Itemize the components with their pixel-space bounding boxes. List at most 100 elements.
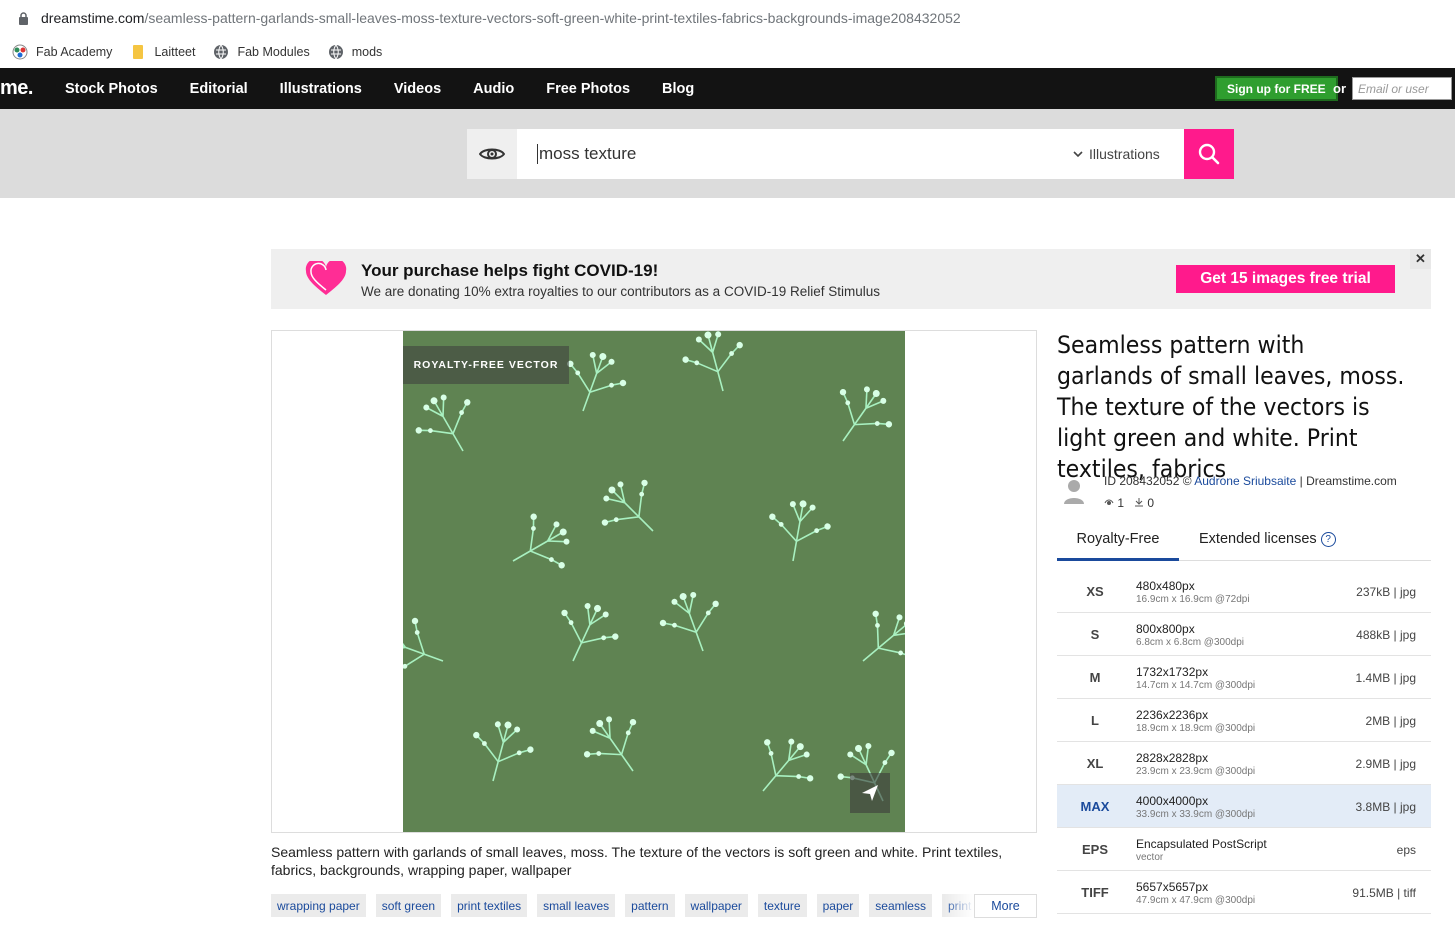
size-filesize: 3.8MB | jpg: [1355, 800, 1416, 814]
search-input[interactable]: moss texture: [537, 144, 1057, 164]
license-tabs: Royalty-Free Extended licenses ?: [1057, 526, 1431, 561]
url-path: /seamless-pattern-garlands-small-leaves-…: [144, 10, 961, 26]
download-icon: [1135, 498, 1144, 507]
free-trial-button[interactable]: Get 15 images free trial: [1176, 265, 1395, 293]
royalty-free-badge: ROYALTY-FREE VECTOR: [403, 346, 569, 384]
size-row-tiff[interactable]: TIFF 5657x5657px 47.9cm x 47.9cm @300dpi…: [1057, 871, 1431, 914]
signup-button[interactable]: Sign up for FREE: [1215, 76, 1338, 101]
size-filesize: eps: [1396, 843, 1416, 857]
size-row-s[interactable]: S 800x800px 6.8cm x 6.8cm @300dpi 488kB …: [1057, 613, 1431, 656]
bookmark-mods[interactable]: mods: [328, 44, 383, 60]
size-print: 6.8cm x 6.8cm @300dpi: [1136, 637, 1244, 648]
size-print: 23.9cm x 23.9cm @300dpi: [1136, 766, 1256, 777]
size-code: EPS: [1081, 842, 1108, 857]
folder-icon: [133, 45, 144, 59]
fab-icon: [12, 44, 28, 60]
tag-list: wrapping paper soft green print textiles…: [271, 894, 1037, 918]
nav-videos[interactable]: Videos: [394, 81, 441, 97]
site-logo[interactable]: me.: [0, 77, 50, 100]
size-code: XS: [1086, 584, 1104, 599]
tag-item[interactable]: small leaves: [537, 894, 616, 917]
tag-item[interactable]: seamless: [869, 894, 932, 917]
size-filesize: 488kB | jpg: [1356, 628, 1416, 642]
size-code: MAX: [1080, 799, 1110, 814]
bookmark-label: Fab Modules: [237, 45, 310, 59]
share-button[interactable]: [850, 773, 890, 813]
size-code: S: [1090, 627, 1100, 642]
size-pixels: Encapsulated PostScript: [1136, 837, 1267, 851]
url-host: dreamstime.com: [41, 10, 145, 26]
tag-item[interactable]: paper: [816, 894, 860, 917]
visual-search-button[interactable]: [467, 129, 517, 179]
search-icon: [1198, 143, 1220, 165]
size-print: 33.9cm x 33.9cm @300dpi: [1136, 809, 1256, 820]
nav-editorial[interactable]: Editorial: [190, 81, 248, 97]
nav-stock-photos[interactable]: Stock Photos: [65, 81, 158, 97]
close-banner-button[interactable]: ✕: [1410, 249, 1431, 269]
size-row-xl[interactable]: XL 2828x2828px 23.9cm x 23.9cm @300dpi 2…: [1057, 742, 1431, 785]
search-button[interactable]: [1184, 129, 1234, 179]
size-list: XS 480x480px 16.9cm x 16.9cm @72dpi 237k…: [1057, 570, 1431, 914]
size-filesize: 1.4MB | jpg: [1355, 671, 1416, 685]
tag-fade: [944, 894, 974, 918]
tag-item[interactable]: wallpaper: [684, 894, 748, 917]
size-pixels: 2236x2236px: [1136, 708, 1209, 722]
size-filesize: 237kB | jpg: [1356, 585, 1416, 599]
size-code: L: [1091, 713, 1099, 728]
tag-item[interactable]: soft green: [375, 894, 442, 917]
size-print: vector: [1136, 852, 1164, 863]
address-bar[interactable]: dreamstime.com/seamless-pattern-garlands…: [0, 0, 1455, 36]
search-category-select[interactable]: Illustrations: [1073, 146, 1160, 162]
more-tags-button[interactable]: More: [974, 894, 1037, 918]
bookmarks-bar: Fab Academy Laitteet Fab Modules mods: [0, 36, 1455, 68]
downloads-count: 0: [1147, 496, 1155, 510]
views-icon: [1104, 499, 1114, 505]
size-code: XL: [1086, 756, 1104, 771]
size-row-max[interactable]: MAX 4000x4000px 33.9cm x 33.9cm @300dpi …: [1057, 785, 1431, 828]
send-icon: [862, 785, 878, 801]
site-credit: | Dreamstime.com: [1299, 474, 1397, 488]
size-print: 47.9cm x 47.9cm @300dpi: [1136, 895, 1256, 906]
image-stats: 1 0: [1104, 496, 1154, 510]
views-count: 1: [1117, 496, 1125, 510]
author-link[interactable]: Audrone Sriubsaite: [1194, 474, 1296, 488]
downloads-stat: 0: [1134, 496, 1154, 510]
size-row-xs[interactable]: XS 480x480px 16.9cm x 16.9cm @72dpi 237k…: [1057, 570, 1431, 613]
tab-label: Extended licenses: [1199, 531, 1317, 547]
globe-icon: [214, 44, 229, 60]
size-row-eps[interactable]: EPS Encapsulated PostScript vector eps: [1057, 828, 1431, 871]
help-icon[interactable]: ?: [1320, 531, 1336, 547]
nav-blog[interactable]: Blog: [662, 81, 694, 97]
size-pixels: 1732x1732px: [1136, 665, 1209, 679]
bookmark-fab-academy[interactable]: Fab Academy: [12, 44, 112, 60]
nav-illustrations[interactable]: Illustrations: [280, 81, 362, 97]
size-row-l[interactable]: L 2236x2236px 18.9cm x 18.9cm @300dpi 2M…: [1057, 699, 1431, 742]
tag-item[interactable]: texture: [757, 894, 807, 917]
tag-item[interactable]: print textiles: [451, 894, 528, 917]
size-filesize: 2.9MB | jpg: [1355, 757, 1416, 771]
avatar[interactable]: [1063, 478, 1085, 504]
bookmark-label: mods: [351, 45, 383, 59]
tab-extended-licenses[interactable]: Extended licenses ?: [1199, 531, 1336, 547]
size-pixels: 4000x4000px: [1136, 794, 1209, 808]
tag-item[interactable]: wrapping paper: [271, 894, 366, 917]
search-category-label: Illustrations: [1089, 146, 1160, 162]
bookmark-fab-modules[interactable]: Fab Modules: [213, 44, 310, 60]
heart-icon: [305, 261, 347, 295]
size-row-m[interactable]: M 1732x1732px 14.7cm x 14.7cm @300dpi 1.…: [1057, 656, 1431, 699]
nav-audio[interactable]: Audio: [473, 81, 514, 97]
size-print: 16.9cm x 16.9cm @72dpi: [1136, 594, 1250, 605]
bookmark-laitteet[interactable]: Laitteet: [130, 44, 195, 60]
nav-free-photos[interactable]: Free Photos: [546, 81, 630, 97]
views-stat: 1: [1104, 496, 1124, 510]
tag-item[interactable]: pattern: [625, 894, 675, 917]
size-pixels: 800x800px: [1136, 622, 1195, 636]
tab-royalty-free[interactable]: Royalty-Free: [1057, 526, 1179, 561]
covid-subtitle: We are donating 10% extra royalties to o…: [361, 284, 880, 299]
chevron-down-icon: [1073, 150, 1083, 157]
main-image[interactable]: [403, 331, 905, 832]
image-caption: Seamless pattern with garlands of small …: [271, 844, 1003, 878]
bookmark-label: Fab Academy: [36, 45, 113, 59]
email-field[interactable]: Email or user: [1352, 77, 1452, 100]
size-code: TIFF: [1081, 885, 1109, 900]
